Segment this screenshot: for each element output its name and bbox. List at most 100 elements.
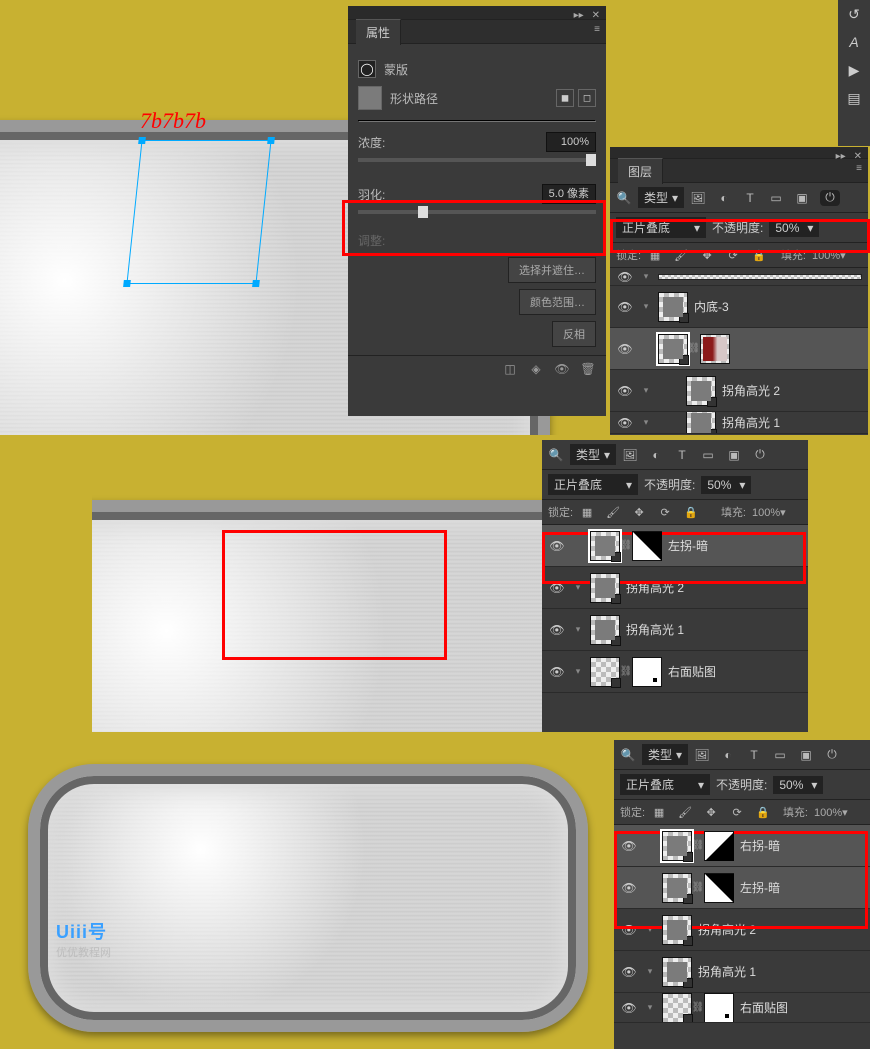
swatches-icon[interactable]: ▤: [846, 90, 862, 106]
search-icon[interactable]: 🔍: [616, 190, 632, 206]
layer-item[interactable]: 👁▾ 拐角高光 1: [610, 412, 868, 434]
properties-tab[interactable]: 属性: [356, 19, 401, 45]
visibility-icon[interactable]: 👁: [616, 300, 634, 314]
layer-item[interactable]: 👁▾ 拐角高光 1: [542, 609, 808, 651]
filter-type-icon[interactable]: T: [742, 190, 758, 206]
filter-shape-icon[interactable]: ▭: [700, 447, 716, 463]
visibility-icon[interactable]: 👁: [548, 665, 566, 679]
vector-mask-icon[interactable]: ◻: [578, 89, 596, 107]
filter-toggle-icon[interactable]: ⏻: [824, 747, 840, 763]
search-icon[interactable]: 🔍: [620, 747, 636, 763]
visibility-icon[interactable]: 👁: [548, 581, 566, 595]
layer-item[interactable]: 👁 ⛓: [610, 328, 868, 370]
filter-smart-icon[interactable]: ▣: [794, 190, 810, 206]
opacity-value[interactable]: 50%▾: [701, 476, 751, 494]
mask-mode-icon[interactable]: ◯: [358, 60, 376, 78]
transform-selection[interactable]: [126, 140, 271, 284]
invert-button[interactable]: 反相: [552, 321, 596, 347]
feather-slider[interactable]: [358, 210, 596, 214]
select-and-mask-button[interactable]: 选择并遮住…: [508, 257, 596, 283]
visibility-icon[interactable]: 👁: [620, 881, 638, 895]
lock-trans-icon[interactable]: ▦: [651, 804, 667, 820]
visibility-icon[interactable]: 👁: [616, 270, 634, 284]
visibility-icon[interactable]: 👁: [620, 839, 638, 853]
layer-item[interactable]: 👁▾ 拐角高光 2: [614, 909, 870, 951]
search-icon[interactable]: 🔍: [548, 447, 564, 463]
lock-trans-icon[interactable]: ▦: [647, 247, 663, 263]
visibility-icon[interactable]: 👁: [620, 1001, 638, 1015]
menu-icon[interactable]: ≡: [594, 24, 600, 35]
filter-toggle-icon[interactable]: ⏻: [752, 447, 768, 463]
filter-type-icon[interactable]: T: [746, 747, 762, 763]
filter-adjustment-icon[interactable]: ◐: [720, 747, 736, 763]
load-selection-icon[interactable]: ◫: [502, 361, 518, 377]
visibility-icon[interactable]: 👁: [620, 965, 638, 979]
lock-move-icon[interactable]: ✥: [703, 804, 719, 820]
layer-item[interactable]: 👁▾ 拐角高光 2: [542, 567, 808, 609]
fill-value[interactable]: 100%▾: [814, 806, 864, 819]
visibility-icon[interactable]: 👁: [548, 539, 566, 553]
pixel-mask-icon[interactable]: ◼: [556, 89, 574, 107]
layer-item[interactable]: 👁▾ 拐角高光 2: [610, 370, 868, 412]
lock-move-icon[interactable]: ✥: [631, 504, 647, 520]
lock-all-icon[interactable]: 🔒: [683, 504, 699, 520]
filter-smart-icon[interactable]: ▣: [726, 447, 742, 463]
filter-type-icon[interactable]: T: [674, 447, 690, 463]
lock-move-icon[interactable]: ✥: [699, 247, 715, 263]
visibility-icon[interactable]: 👁: [620, 923, 638, 937]
layer-item[interactable]: 👁▾ ⛓ 右面贴图: [542, 651, 808, 693]
visibility-icon[interactable]: 👁: [616, 342, 634, 356]
layer-item[interactable]: 👁 ▾: [610, 268, 868, 286]
lock-artboard-icon[interactable]: ⟳: [725, 247, 741, 263]
lock-all-icon[interactable]: 🔒: [751, 247, 767, 263]
fill-value[interactable]: 100%▾: [752, 506, 802, 519]
layer-item[interactable]: 👁▾ ⛓ 右面贴图: [614, 993, 870, 1023]
filter-type-select[interactable]: 类型▾: [642, 744, 688, 765]
visibility-icon[interactable]: 👁: [548, 623, 566, 637]
blend-mode-select[interactable]: 正片叠底▾: [620, 774, 710, 795]
filter-type-select[interactable]: 类型▾: [638, 187, 684, 208]
toggle-mask-icon[interactable]: 👁: [554, 361, 570, 377]
lock-trans-icon[interactable]: ▦: [579, 504, 595, 520]
feather-value[interactable]: 5.0 像素: [542, 184, 596, 204]
filter-adjustment-icon[interactable]: ◐: [648, 447, 664, 463]
layer-item[interactable]: 👁 ⛓ 右拐-暗: [614, 825, 870, 867]
visibility-icon[interactable]: 👁: [616, 384, 634, 398]
lock-artboard-icon[interactable]: ⟳: [729, 804, 745, 820]
visibility-icon[interactable]: 👁: [616, 416, 634, 430]
lock-all-icon[interactable]: 🔒: [755, 804, 771, 820]
filter-image-icon[interactable]: 🖼: [690, 190, 706, 206]
filter-shape-icon[interactable]: ▭: [768, 190, 784, 206]
layers-tab[interactable]: 图层: [618, 158, 663, 184]
lock-brush-icon[interactable]: 🖌: [605, 504, 621, 520]
menu-icon[interactable]: ≡: [856, 163, 862, 174]
layer-item[interactable]: 👁▾ 拐角高光 1: [614, 951, 870, 993]
fill-color-swatch[interactable]: [358, 86, 382, 110]
history-icon[interactable]: ↺: [846, 6, 862, 22]
filter-shape-icon[interactable]: ▭: [772, 747, 788, 763]
character-icon[interactable]: A: [846, 34, 862, 50]
lock-artboard-icon[interactable]: ⟳: [657, 504, 673, 520]
opacity-value[interactable]: 50%▾: [773, 776, 823, 794]
blend-mode-select[interactable]: 正片叠底▾: [616, 217, 706, 238]
density-value[interactable]: 100%: [546, 132, 596, 152]
fill-value[interactable]: 100%▾: [812, 249, 862, 262]
opacity-value[interactable]: 50%▾: [769, 219, 819, 237]
filter-smart-icon[interactable]: ▣: [798, 747, 814, 763]
apply-mask-icon[interactable]: ◈: [528, 361, 544, 377]
lock-brush-icon[interactable]: 🖌: [673, 247, 689, 263]
delete-mask-icon[interactable]: 🗑: [580, 361, 596, 377]
filter-image-icon[interactable]: 🖼: [694, 747, 710, 763]
filter-type-select[interactable]: 类型▾: [570, 444, 616, 465]
density-slider[interactable]: [358, 158, 596, 162]
filter-toggle-icon[interactable]: ⏻: [820, 190, 840, 206]
filter-adjustment-icon[interactable]: ◐: [716, 190, 732, 206]
layer-item[interactable]: 👁▾ 内底-3: [610, 286, 868, 328]
layer-item[interactable]: 👁 ⛓ 左拐-暗: [542, 525, 808, 567]
layer-item[interactable]: 👁 ⛓ 左拐-暗: [614, 867, 870, 909]
play-icon[interactable]: ▶: [846, 62, 862, 78]
lock-brush-icon[interactable]: 🖌: [677, 804, 693, 820]
filter-image-icon[interactable]: 🖼: [622, 447, 638, 463]
color-range-button[interactable]: 颜色范围…: [519, 289, 596, 315]
blend-mode-select[interactable]: 正片叠底▾: [548, 474, 638, 495]
